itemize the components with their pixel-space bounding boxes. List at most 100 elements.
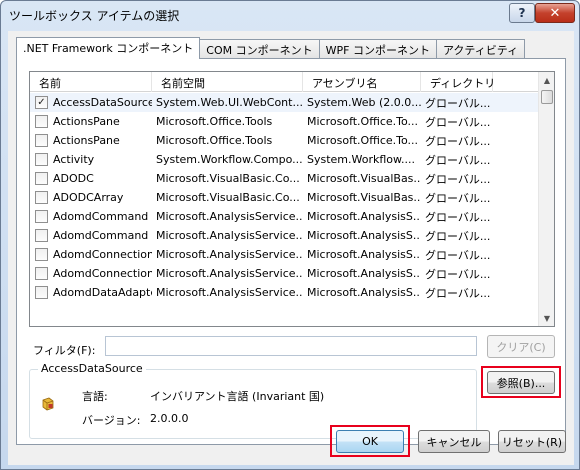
dialog-window: ツールボックス アイテムの選択 ? ✕ .NET Framework コンポーネ… [0,0,580,470]
component-name: AdomdConnection [53,248,152,261]
row-checkbox[interactable] [35,115,48,128]
table-row[interactable]: ActionsPane Microsoft.Office.Tools Microso… [30,112,540,131]
row-checkbox[interactable] [35,153,48,166]
directory-cell: グローバル... [425,248,491,262]
ok-button[interactable]: OK [336,430,404,453]
namespace-cell: Microsoft.VisualBasic.Co... [156,191,300,204]
row-checkbox[interactable]: ✓ [35,96,48,109]
details-group-title: AccessDataSource [38,362,146,375]
namespace-cell: Microsoft.AnalysisService... [156,229,303,242]
table-row[interactable]: ADODCArray Microsoft.VisualBasic.Co... Mic… [30,188,540,207]
table-row[interactable]: AdomdConnection Microsoft.AnalysisService… [30,245,540,264]
namespace-cell: System.Workflow.Compo... [156,153,303,166]
table-row[interactable]: AdomdConnection Microsoft.AnalysisService… [30,264,540,283]
component-list[interactable]: 名前 名前空間 アセンブリ名 ディレクトリ ✓ AccessDataSource S… [29,71,555,327]
assembly-cell: Microsoft.AnalysisS... [307,286,421,299]
help-icon: ? [518,6,526,20]
close-icon: ✕ [549,5,561,21]
dialog-title: ツールボックス アイテムの選択 [9,9,180,23]
table-row[interactable]: AdomdCommand Microsoft.AnalysisService...… [30,207,540,226]
directory-cell: グローバル... [425,210,491,224]
directory-cell: グローバル... [425,153,491,167]
version-value: 2.0.0.0 [150,412,189,425]
table-row[interactable]: ActionsPane Microsoft.Office.Tools Microso… [30,131,540,150]
tab-strip: .NET Framework コンポーネント COM コンポーネント WPF コ… [16,37,526,59]
name-cell: AdomdCommand [30,210,152,223]
component-name: ActionsPane [53,134,120,147]
directory-cell: グローバル... [425,96,491,110]
directory-cell: グローバル... [425,115,491,129]
component-name: AdomdCommand [53,210,149,223]
language-label: 言語: [82,390,108,403]
clear-button[interactable]: クリア(C) [487,335,555,358]
component-name: Activity [53,153,95,166]
namespace-cell: Microsoft.Office.Tools [156,115,273,128]
component-name: ADODC [53,172,94,185]
directory-cell: グローバル... [425,267,491,281]
namespace-cell: System.Web.UI.WebCont... [156,96,303,109]
list-rows: ✓ AccessDataSource System.Web.UI.WebCont..… [30,93,540,302]
directory-cell: グローバル... [425,286,491,300]
directory-cell: グローバル... [425,229,491,243]
scroll-up-arrow-icon[interactable]: ▲ [539,72,554,88]
filter-label: フィルタ(F): [33,344,96,357]
row-checkbox[interactable] [35,191,48,204]
name-cell: Activity [30,153,152,166]
row-checkbox[interactable] [35,210,48,223]
name-cell: AdomdDataAdapter [30,286,152,299]
name-cell: ADODC [30,172,152,185]
tab-dotnet-components[interactable]: .NET Framework コンポーネント [16,37,201,59]
assembly-cell: System.Web (2.0.0.... [307,96,421,109]
component-name: ActionsPane [53,115,120,128]
close-button[interactable]: ✕ [535,3,575,23]
assembly-cell: Microsoft.Office.To... [307,115,419,128]
list-header: 名前 名前空間 アセンブリ名 ディレクトリ [30,72,540,92]
column-header-assembly[interactable]: アセンブリ名 [303,72,421,92]
component-name: AdomdConnection [53,267,152,280]
tab-wpf-components[interactable]: WPF コンポーネント [318,39,437,59]
version-label: バージョン: [82,414,141,427]
row-checkbox[interactable] [35,286,48,299]
namespace-cell: Microsoft.VisualBasic.Co... [156,172,300,185]
assembly-cell: Microsoft.VisualBas... [307,191,421,204]
name-cell: ActionsPane [30,134,152,147]
row-checkbox[interactable] [35,134,48,147]
row-checkbox[interactable] [35,267,48,280]
table-row[interactable]: ✓ AccessDataSource System.Web.UI.WebCont..… [30,93,540,112]
title-bar[interactable]: ツールボックス アイテムの選択 ? ✕ [1,1,579,29]
column-header-namespace[interactable]: 名前空間 [152,72,303,92]
row-checkbox[interactable] [35,172,48,185]
assembly-cell: Microsoft.Office.To... [307,134,419,147]
vertical-scrollbar[interactable]: ▲ ▼ [538,72,554,326]
directory-cell: グローバル... [425,172,491,186]
column-header-name[interactable]: 名前 [30,72,152,92]
column-header-directory[interactable]: ディレクトリ [421,72,495,92]
table-row[interactable]: AdomdCommand Microsoft.AnalysisService...… [30,226,540,245]
table-row[interactable]: ADODC Microsoft.VisualBasic.Co... Microsof… [30,169,540,188]
reset-button[interactable]: リセット(R) [498,430,566,453]
language-value: インバリアント言語 (Invariant 国) [150,390,325,403]
scroll-thumb[interactable] [541,90,553,104]
tab-panel: 名前 名前空間 アセンブリ名 ディレクトリ ✓ AccessDataSource S… [16,58,566,445]
assembly-cell: System.Workflow.... [307,153,416,166]
row-checkbox[interactable] [35,248,48,261]
dialog-body: .NET Framework コンポーネント COM コンポーネント WPF コ… [8,31,574,465]
row-checkbox[interactable] [35,229,48,242]
namespace-cell: Microsoft.AnalysisService... [156,286,303,299]
help-button[interactable]: ? [509,3,535,23]
namespace-cell: Microsoft.AnalysisService... [156,267,303,280]
scroll-down-arrow-icon[interactable]: ▼ [539,310,554,326]
assembly-cell: Microsoft.AnalysisS... [307,229,421,242]
tab-activities[interactable]: アクティビティ [435,39,526,59]
filter-input[interactable] [105,336,477,356]
name-cell: ActionsPane [30,115,152,128]
browse-button[interactable]: 参照(B)... [487,371,555,394]
component-name: ADODCArray [53,191,124,204]
assembly-cell: Microsoft.AnalysisS... [307,248,421,261]
component-name: AdomdCommand [53,229,149,242]
cancel-button[interactable]: キャンセル [418,430,490,453]
table-row[interactable]: AdomdDataAdapter Microsoft.AnalysisServic… [30,283,540,302]
table-row[interactable]: Activity System.Workflow.Compo... System.W… [30,150,540,169]
tab-com-components[interactable]: COM コンポーネント [199,39,320,59]
name-cell: ADODCArray [30,191,152,204]
